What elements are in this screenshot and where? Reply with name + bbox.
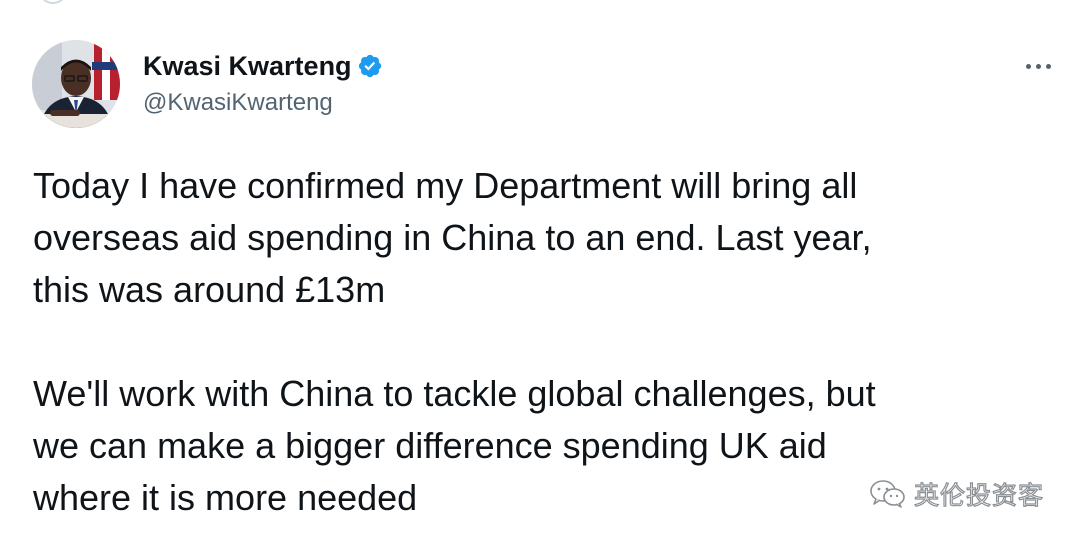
author-name[interactable]: Kwasi Kwarteng [143, 50, 352, 82]
more-options-button[interactable] [1018, 52, 1058, 80]
watermark: 英伦投资客 [868, 476, 1044, 512]
verified-badge-icon [358, 54, 382, 78]
tweet-line: this was around £13m [33, 269, 386, 310]
avatar-photo [32, 40, 120, 128]
tweet-line: overseas aid spending in China to an end… [33, 217, 872, 258]
more-options-dot [1045, 63, 1051, 69]
watermark-text: 英伦投资客 [913, 480, 1045, 510]
more-options-dot [1035, 63, 1041, 69]
tweet-text: Today I have confirmed my Department wil… [33, 160, 1033, 524]
previous-avatar-fragment [40, 0, 66, 4]
tweet-line: Today I have confirmed my Department wil… [33, 165, 858, 206]
more-options-icon [1025, 63, 1031, 69]
tweet-line: we can make a bigger difference spending… [33, 425, 827, 466]
tweet-line: We'll work with China to tackle global c… [33, 373, 876, 414]
avatar[interactable] [32, 40, 120, 128]
author-handle[interactable]: @KwasiKwarteng [143, 88, 333, 118]
wechat-icon [870, 480, 905, 508]
